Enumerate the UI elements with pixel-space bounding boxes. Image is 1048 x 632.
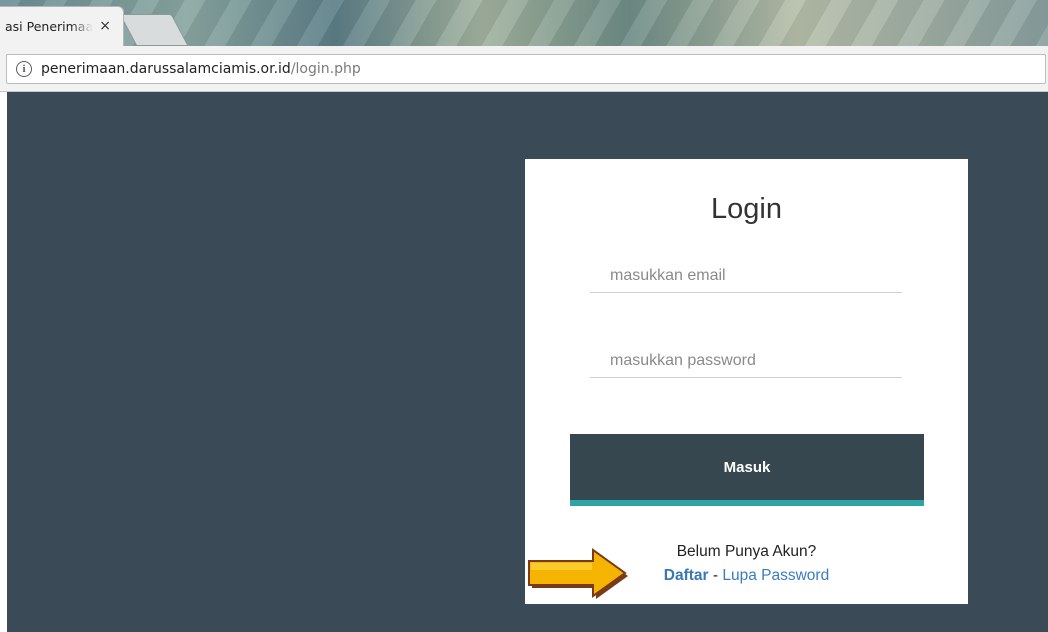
register-link[interactable]: Daftar	[664, 567, 709, 584]
password-field[interactable]	[590, 344, 902, 377]
browser-tab[interactable]: asi Penerimaan ×	[0, 6, 124, 46]
address-host: penerimaan.darussalamciamis.or.id	[41, 61, 291, 77]
address-path: /login.php	[290, 61, 361, 77]
login-title: Login	[711, 193, 782, 225]
browser-toolbar: i penerimaan.darussalamciamis.or.id/logi…	[0, 46, 1048, 92]
tab-close-icon[interactable]: ×	[99, 18, 111, 34]
site-info-icon[interactable]: i	[16, 61, 32, 77]
arrow-right-icon	[528, 548, 628, 599]
link-separator: -	[708, 567, 723, 584]
email-field[interactable]	[590, 259, 902, 292]
address-url[interactable]: penerimaan.darussalamciamis.or.id/login.…	[41, 61, 361, 77]
address-bar[interactable]: i penerimaan.darussalamciamis.or.id/logi…	[6, 54, 1046, 84]
login-card: Login Masuk Belum Punya Akun? Daftar - L…	[525, 159, 968, 604]
forgot-password-link[interactable]: Lupa Password	[722, 567, 829, 584]
login-submit-button[interactable]: Masuk	[570, 434, 924, 506]
tab-title: asi Penerimaan	[5, 19, 93, 34]
email-field-wrapper	[590, 259, 902, 293]
page-left-margin	[0, 92, 7, 632]
password-field-wrapper	[590, 344, 902, 378]
